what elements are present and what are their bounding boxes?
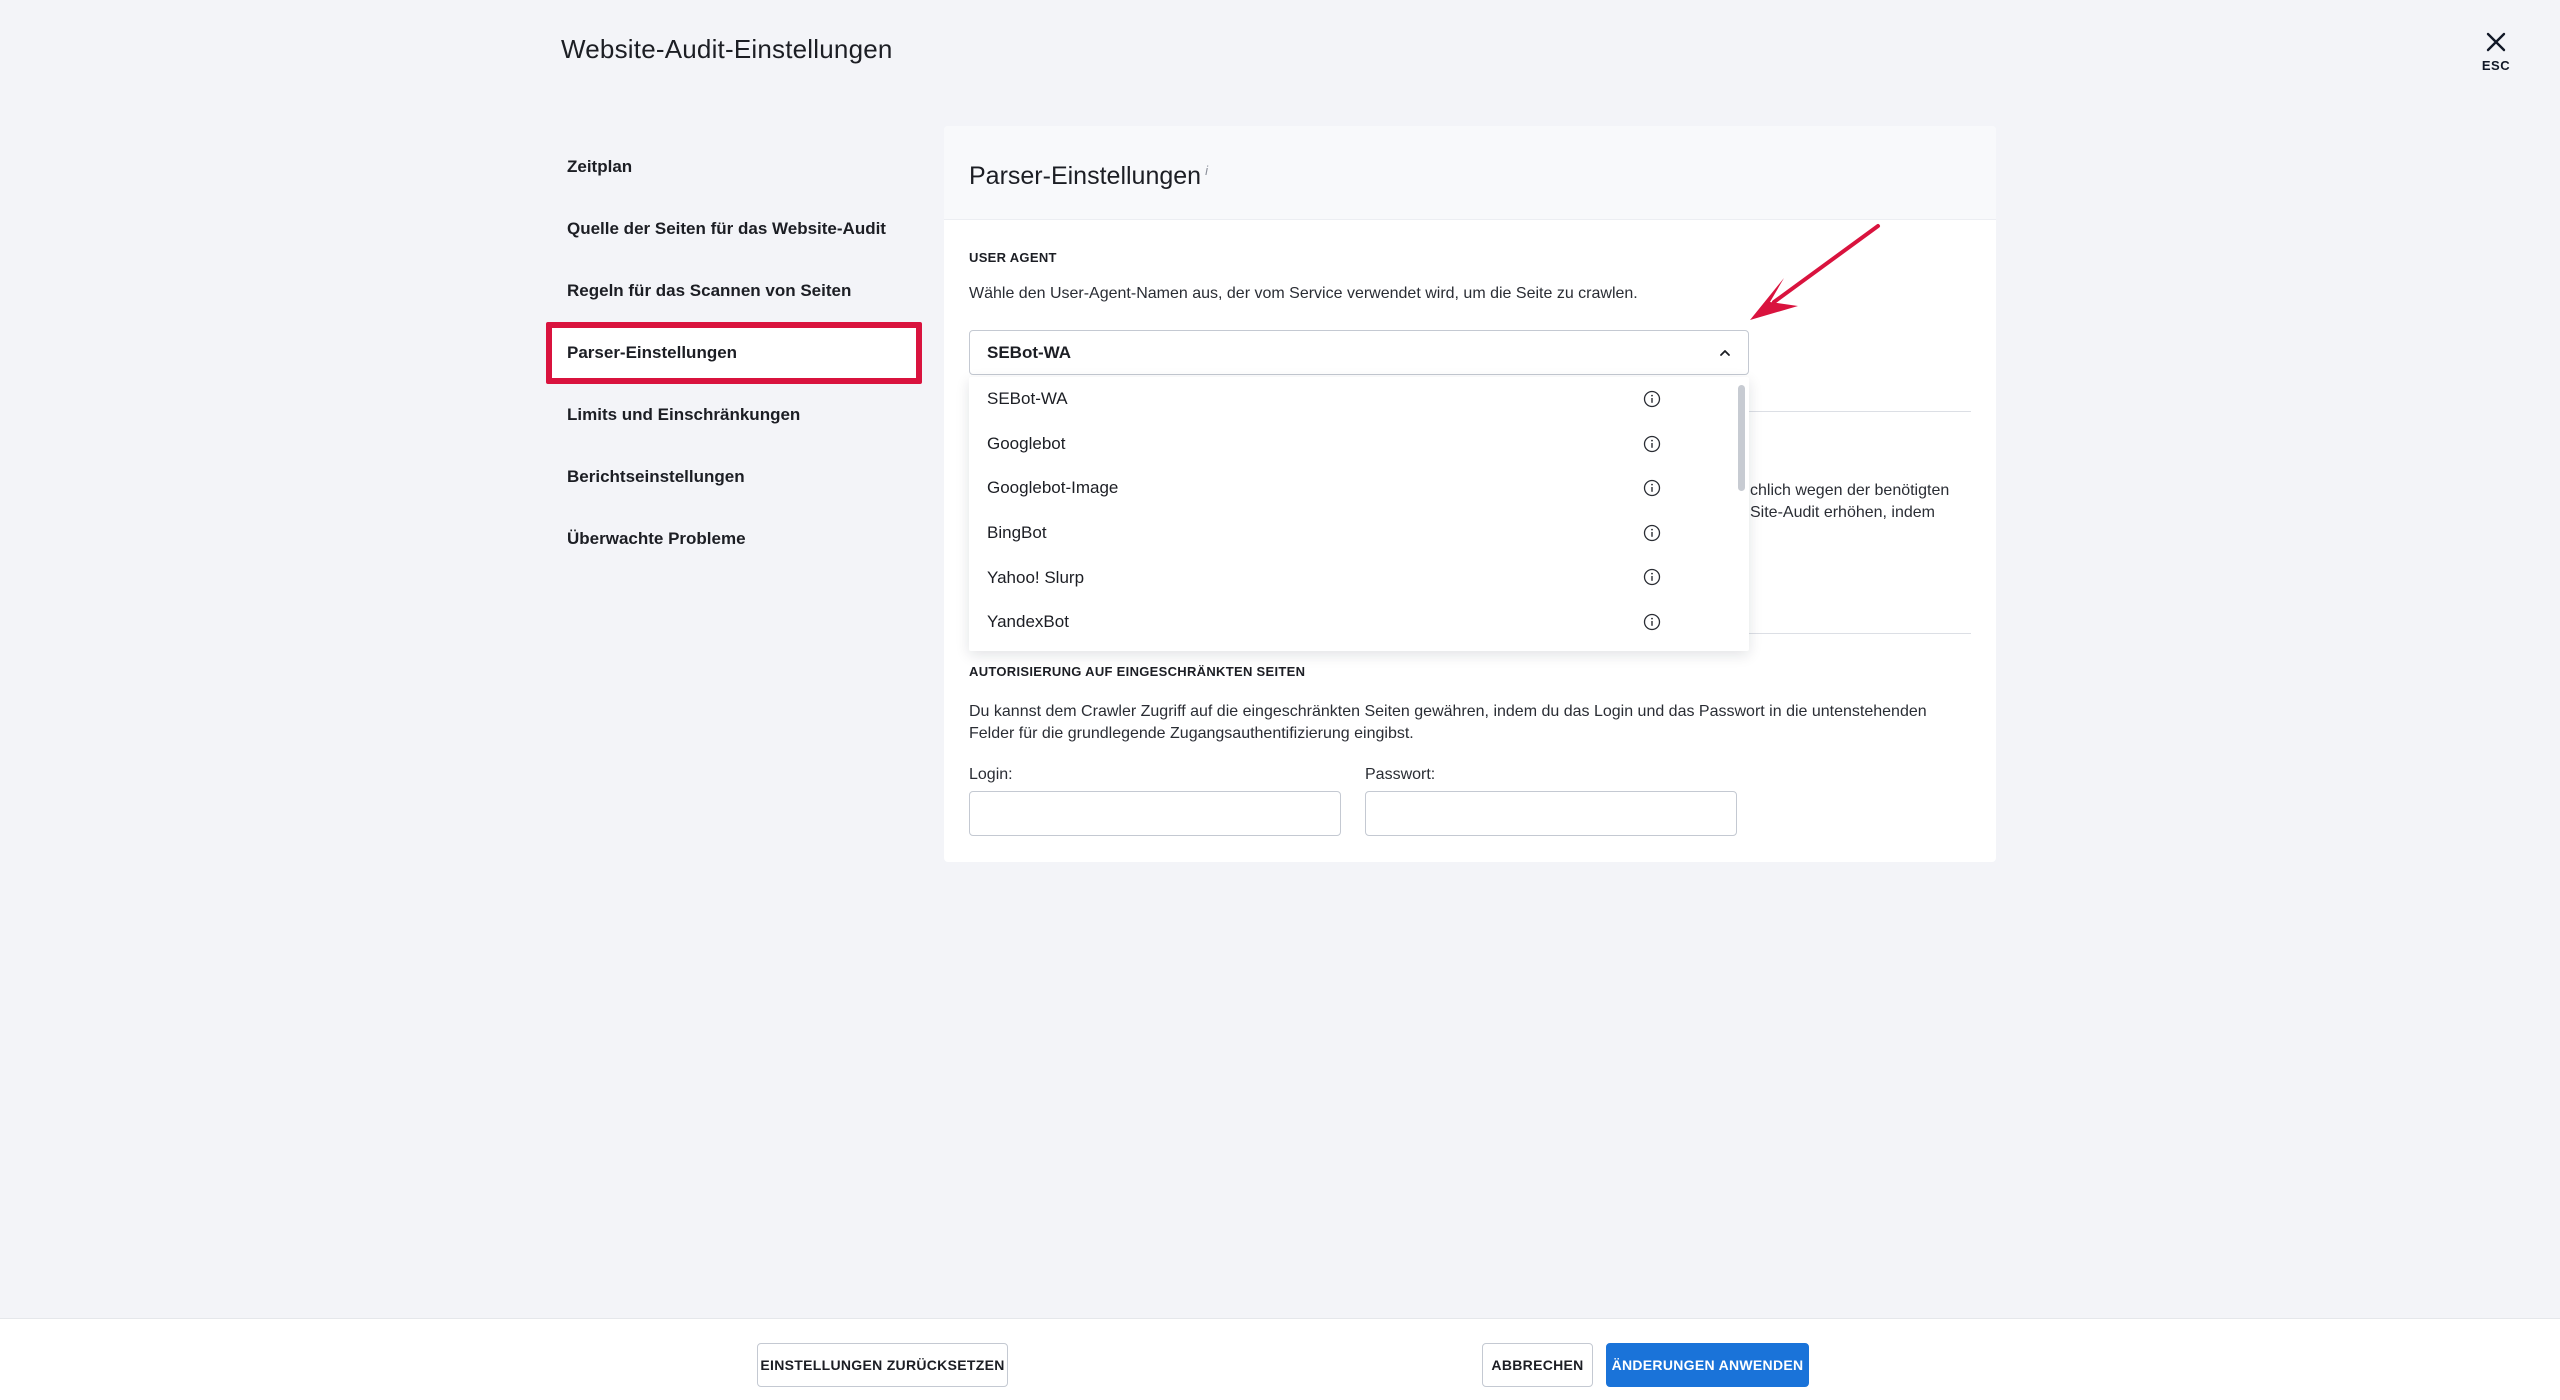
option-label: Yahoo! Slurp — [987, 567, 1085, 587]
info-circle-icon[interactable] — [1643, 524, 1661, 542]
info-circle-icon[interactable] — [1643, 390, 1661, 408]
nav-item-zeitplan[interactable]: Zeitplan — [546, 136, 922, 198]
option-label: SEBot-WA — [987, 389, 1068, 409]
panel-title: Parser-Einstellungen i — [969, 162, 1208, 190]
nav-item-berichtseinstellungen[interactable]: Berichtseinstellungen — [546, 446, 922, 508]
info-circle-icon[interactable] — [1643, 613, 1661, 631]
info-circle-icon[interactable] — [1643, 435, 1661, 453]
option-bingbot[interactable]: BingBot — [969, 511, 1749, 556]
password-input[interactable] — [1365, 791, 1737, 836]
chevron-up-icon — [1720, 350, 1730, 356]
option-label: Googlebot-Image — [987, 478, 1119, 498]
authorization-section: AUTORISIERUNG AUF EINGESCHRÄNKTEN SEITEN… — [969, 664, 1971, 745]
password-label: Passwort: — [1365, 766, 1436, 783]
login-input[interactable] — [969, 791, 1341, 836]
panel-title-text: Parser-Einstellungen — [969, 162, 1202, 190]
authorization-description: Du kannst dem Crawler Zugriff auf die ei… — [969, 703, 1927, 742]
option-sebot-wa[interactable]: SEBot-WA — [969, 377, 1749, 422]
settings-nav: Zeitplan Quelle der Seiten für das Websi… — [546, 136, 922, 570]
close-button[interactable]: ESC — [2468, 30, 2524, 82]
nav-item-limits[interactable]: Limits und Einschränkungen — [546, 384, 922, 446]
info-circle-icon[interactable] — [1643, 568, 1661, 586]
option-label: YandexBot — [987, 612, 1069, 632]
option-label: BingBot — [987, 523, 1047, 543]
authorization-label: AUTORISIERUNG AUF EINGESCHRÄNKTEN SEITEN — [969, 664, 1306, 679]
info-circle-icon[interactable] — [1643, 479, 1661, 497]
login-label: Login: — [969, 766, 1013, 783]
option-yandexbot[interactable]: YandexBot — [969, 600, 1749, 645]
cancel-button[interactable]: ABBRECHEN — [1482, 1343, 1593, 1387]
hidden-description-line2: Site-Audit erhöhen, indem — [1750, 504, 1935, 521]
hidden-description-line1: chlich wegen der benötigten — [1750, 482, 1950, 499]
user-agent-select[interactable]: SEBot-WA — [969, 330, 1749, 375]
user-agent-selected: SEBot-WA — [987, 342, 1072, 362]
nav-item-ueberwachte-probleme[interactable]: Überwachte Probleme — [546, 508, 922, 570]
esc-label: ESC — [2481, 58, 2511, 73]
apply-changes-button[interactable]: ÄNDERUNGEN ANWENDEN — [1606, 1343, 1809, 1387]
panel-header: Parser-Einstellungen i — [944, 126, 1996, 220]
user-agent-dropdown: SEBot-WA Googlebot Googlebot-Image BingB… — [969, 377, 1749, 651]
reset-settings-button[interactable]: EINSTELLUNGEN ZURÜCKSETZEN — [757, 1343, 1008, 1387]
page-title: Website-Audit-Einstellungen — [561, 34, 893, 64]
settings-page: Website-Audit-Einstellungen ESC Zeitplan… — [0, 0, 2560, 1400]
title-info-icon[interactable]: i — [1205, 163, 1208, 178]
dropdown-scrollbar[interactable] — [1738, 385, 1745, 491]
option-googlebot[interactable]: Googlebot — [969, 422, 1749, 467]
footer-bar: EINSTELLUNGEN ZURÜCKSETZEN ABBRECHEN ÄND… — [0, 1318, 2560, 1400]
annotation-arrow — [1750, 224, 1880, 320]
option-yahoo-slurp[interactable]: Yahoo! Slurp — [969, 555, 1749, 600]
option-googlebot-image[interactable]: Googlebot-Image — [969, 466, 1749, 511]
nav-item-quelle[interactable]: Quelle der Seiten für das Website-Audit — [546, 198, 922, 260]
nav-item-regeln[interactable]: Regeln für das Scannen von Seiten — [546, 260, 922, 322]
option-label: Googlebot — [987, 433, 1066, 453]
close-icon — [2486, 32, 2506, 52]
nav-item-parser-einstellungen[interactable]: Parser-Einstellungen — [546, 322, 922, 384]
